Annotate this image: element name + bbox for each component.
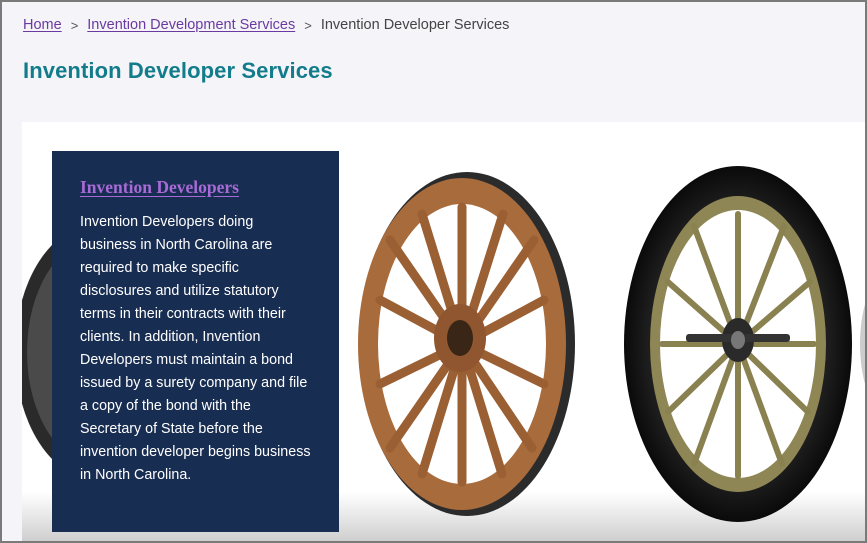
- breadcrumb-invention-development-link[interactable]: Invention Development Services: [87, 17, 295, 33]
- card-title-link[interactable]: Invention Developers: [80, 177, 239, 198]
- card-body-text: Invention Developers doing business in N…: [80, 214, 311, 483]
- breadcrumb-separator-icon: >: [304, 17, 312, 33]
- breadcrumb-separator-icon: >: [70, 17, 79, 33]
- breadcrumb: Home > Invention Development Services > …: [23, 17, 509, 33]
- info-card: Invention Developers Invention Developer…: [52, 151, 339, 532]
- wooden-wheel-icon: [358, 172, 575, 516]
- breadcrumb-current: Invention Developer Services: [320, 17, 510, 33]
- rubber-wheel-icon: [624, 166, 852, 522]
- breadcrumb-home-link[interactable]: Home: [23, 17, 62, 33]
- page-title: Invention Developer Services: [23, 58, 333, 83]
